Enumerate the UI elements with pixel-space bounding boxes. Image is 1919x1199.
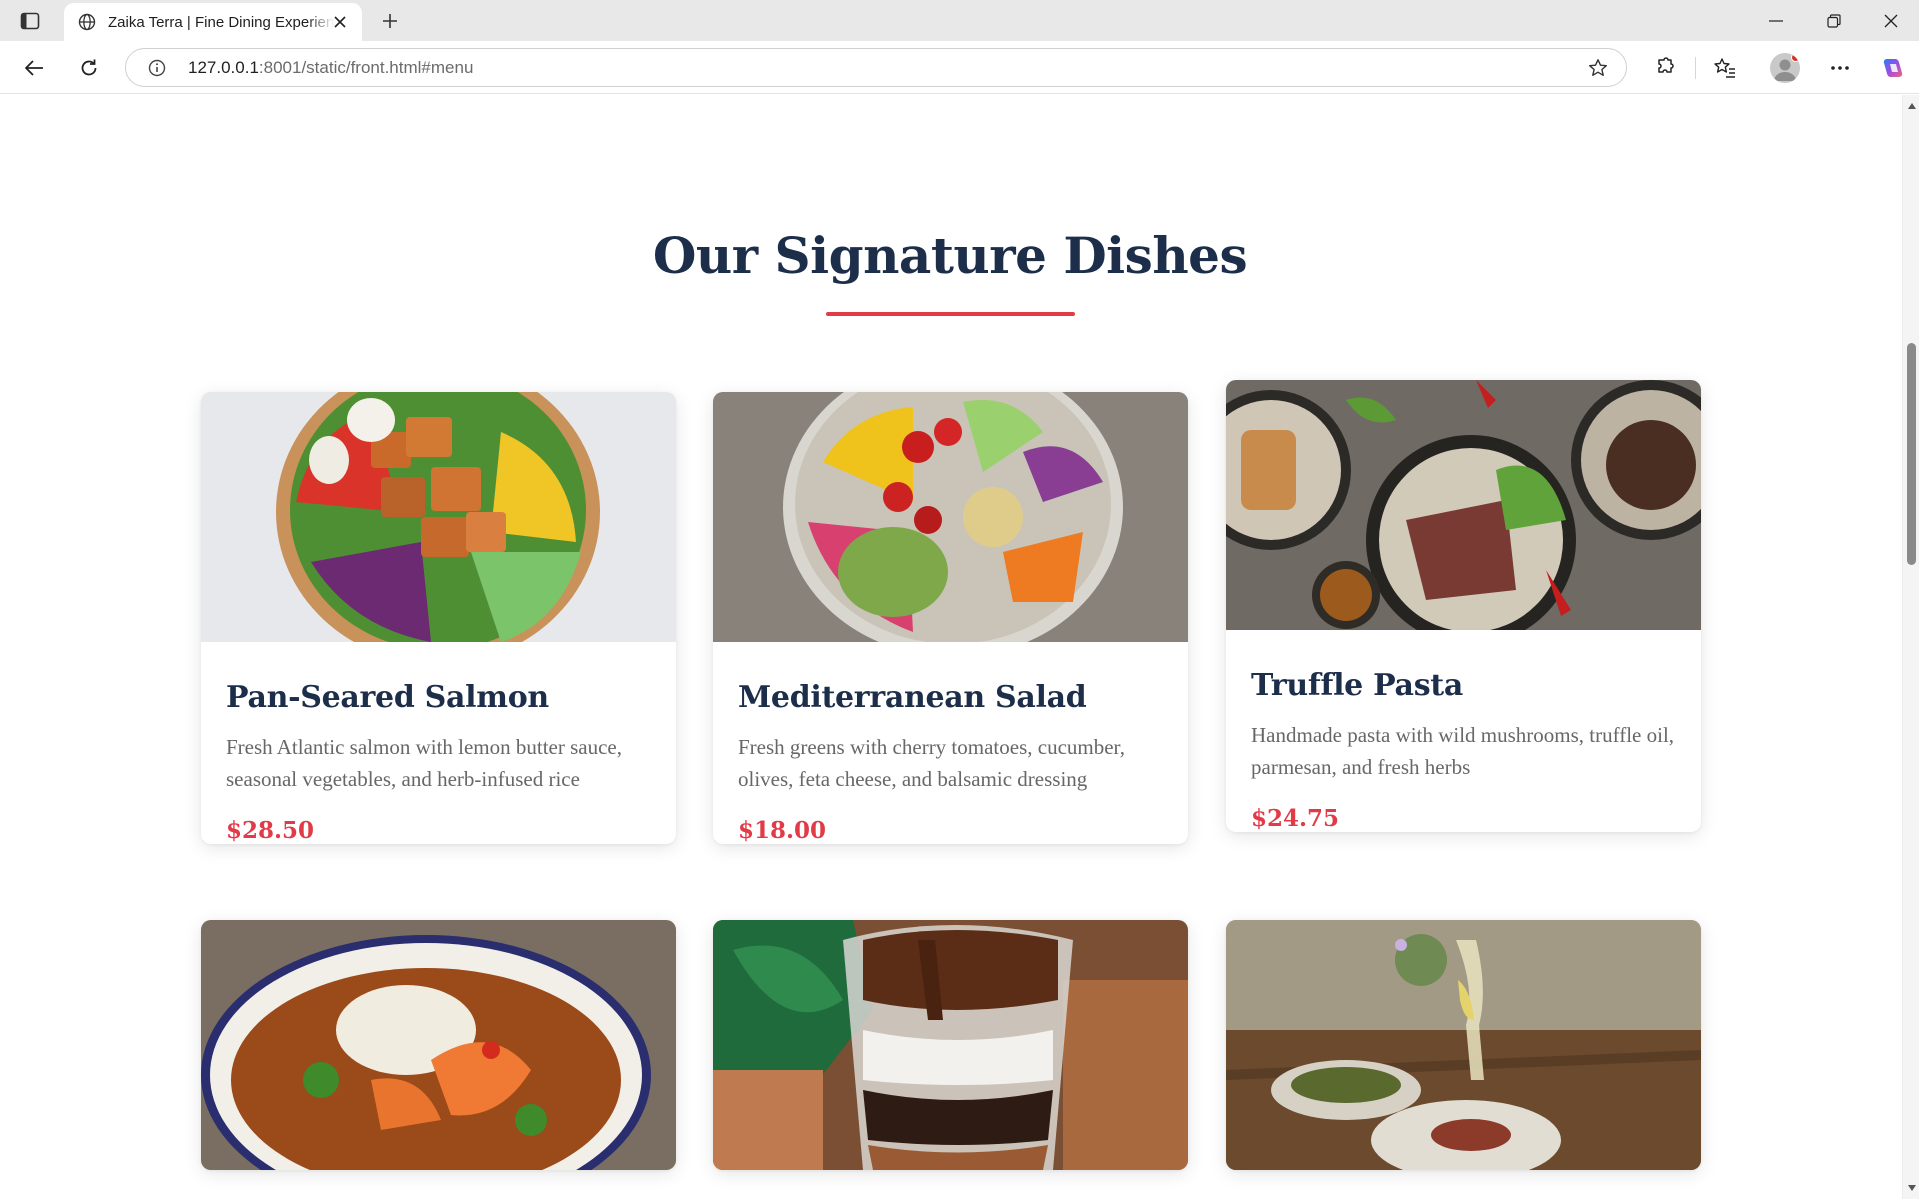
dish-card[interactable]: Mediterranean Salad Fresh greens with ch…: [713, 392, 1188, 844]
dish-card[interactable]: Truffle Pasta Handmade pasta with wild m…: [1226, 380, 1701, 832]
dish-name: Truffle Pasta: [1251, 668, 1463, 703]
restore-icon[interactable]: [1806, 0, 1862, 41]
dish-description: Handmade pasta with wild mushrooms, truf…: [1251, 723, 1675, 779]
browser-tab-bar: Zaika Terra | Fine Dining Experience: [0, 0, 1919, 41]
new-tab-icon[interactable]: [376, 8, 404, 34]
browser-tab-active[interactable]: Zaika Terra | Fine Dining Experience: [64, 3, 362, 41]
wine-table-photo: [1226, 920, 1701, 1170]
url-path: :8001/static/front.html#menu: [258, 58, 474, 77]
dish-card[interactable]: [713, 920, 1188, 1170]
url-text[interactable]: 127.0.0.1:8001/static/front.html#menu: [188, 58, 473, 78]
shrimp-curry-photo: [201, 920, 676, 1170]
address-bar[interactable]: 127.0.0.1:8001/static/front.html#menu: [125, 48, 1627, 87]
salmon-bowl-photo: [201, 392, 676, 642]
dish-name: Pan-Seared Salmon: [226, 680, 549, 715]
dish-description: Fresh Atlantic salmon with lemon butter …: [226, 735, 623, 791]
dish-price: $28.50: [226, 817, 315, 844]
dish-price: $24.75: [1251, 805, 1340, 832]
close-tab-icon[interactable]: [330, 12, 350, 32]
section-title: Our Signature Dishes: [652, 226, 1248, 285]
title-underline: [826, 312, 1075, 316]
scroll-up-arrow-icon[interactable]: [1907, 101, 1917, 111]
close-window-icon[interactable]: [1863, 0, 1919, 41]
more-options-icon[interactable]: [1823, 51, 1857, 85]
chocolate-parfait-photo: [713, 920, 1188, 1170]
back-arrow-icon[interactable]: [17, 51, 51, 85]
minimize-icon[interactable]: [1748, 0, 1804, 41]
dish-description: Fresh greens with cherry tomatoes, cucum…: [738, 735, 1125, 791]
dish-card[interactable]: [1226, 920, 1701, 1170]
dish-price: $18.00: [738, 817, 827, 844]
salad-bowl-photo: [713, 392, 1188, 642]
scroll-down-arrow-icon[interactable]: [1907, 1183, 1917, 1193]
reload-icon[interactable]: [72, 51, 106, 85]
dish-card[interactable]: Pan-Seared Salmon Fresh Atlantic salmon …: [201, 392, 676, 844]
copilot-icon[interactable]: [1876, 51, 1910, 85]
scrollbar-thumb[interactable]: [1907, 343, 1916, 565]
plated-steak-photo: [1226, 380, 1701, 630]
page-viewport: Our Signature Dishes Pan-Seared Salmon F…: [0, 95, 1919, 1199]
profile-avatar[interactable]: [1770, 53, 1800, 83]
url-host: 127.0.0.1: [188, 58, 259, 77]
toolbar-separator: [1695, 57, 1696, 79]
dish-card[interactable]: [201, 920, 676, 1170]
dish-name: Mediterranean Salad: [738, 680, 1087, 715]
tab-title: Zaika Terra | Fine Dining Experience: [108, 13, 334, 31]
page-scrollbar[interactable]: [1902, 95, 1919, 1199]
site-info-icon[interactable]: [146, 57, 168, 79]
notification-dot: [1791, 53, 1800, 62]
tab-actions-icon[interactable]: [14, 9, 46, 33]
browser-toolbar: 127.0.0.1:8001/static/front.html#menu: [0, 41, 1919, 94]
extensions-icon[interactable]: [1647, 51, 1681, 85]
globe-icon: [76, 11, 98, 33]
favorite-star-icon[interactable]: [1586, 56, 1610, 80]
favorites-icon[interactable]: [1708, 51, 1742, 85]
